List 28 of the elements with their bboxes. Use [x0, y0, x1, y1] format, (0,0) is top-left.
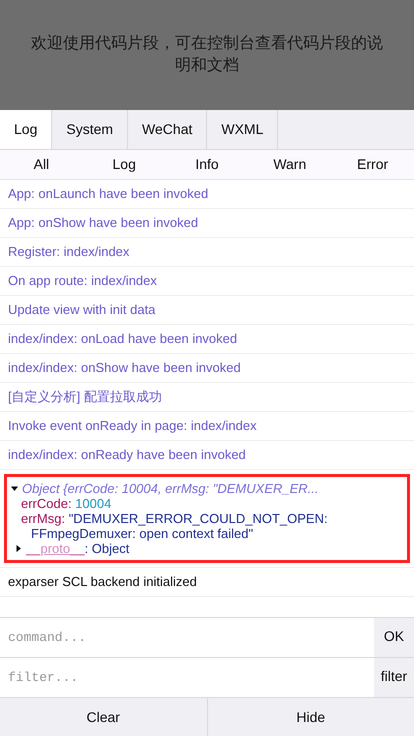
log-entry: index/index: onReady have been invoked — [8, 446, 246, 464]
log-entry: On app route: index/index — [8, 272, 157, 290]
object-property: errMsg: "DEMUXER_ERROR_COULD_NOT_OPEN: FFmpegDemuxer: open context failed" — [21, 511, 329, 541]
filter-tab[interactable]: Info — [166, 150, 248, 179]
log-entry: index/index: onShow have been invoked — [8, 359, 241, 378]
proto-entry: __proto__: Object — [26, 541, 130, 556]
object-property: errCode: 10004 — [21, 496, 112, 511]
log-entry: Update view with init data — [8, 301, 156, 320]
log-entry: exparser SCL backend initialized — [8, 573, 197, 592]
filter-tab[interactable]: Log — [82, 150, 166, 179]
filter-tab[interactable]: Warn — [248, 150, 332, 179]
tab[interactable]: Log — [0, 110, 52, 149]
filter-tab[interactable]: Error — [331, 150, 414, 179]
footer-button[interactable]: Hide — [206, 698, 414, 736]
banner-text: 欢迎使用代码片段，可在控制台查看代码片段的说明和文档 — [30, 34, 384, 76]
log-entry: App: onLaunch have been invoked — [8, 185, 208, 204]
filter-tab[interactable]: All — [0, 150, 83, 179]
log-entry: App: onShow have been invoked — [8, 214, 198, 232]
object-summary: Object {errCode: 10004, errMsg: "DEMUXER_ER... — [22, 481, 319, 496]
submit-button[interactable]: OK — [374, 618, 414, 657]
log-entry: index/index: onLoad have been invoked — [8, 330, 238, 348]
caret-icon[interactable] — [15, 545, 22, 552]
log-entry: Invoke event onReady in page: index/index — [8, 417, 257, 436]
log-entry: Register: index/index — [8, 243, 130, 262]
caret-icon[interactable] — [11, 485, 18, 492]
footer-button[interactable]: Clear — [0, 698, 206, 736]
log-entry: [自定义分析] 配置拉取成功 — [8, 388, 162, 406]
submit-button[interactable]: filter — [374, 658, 414, 697]
